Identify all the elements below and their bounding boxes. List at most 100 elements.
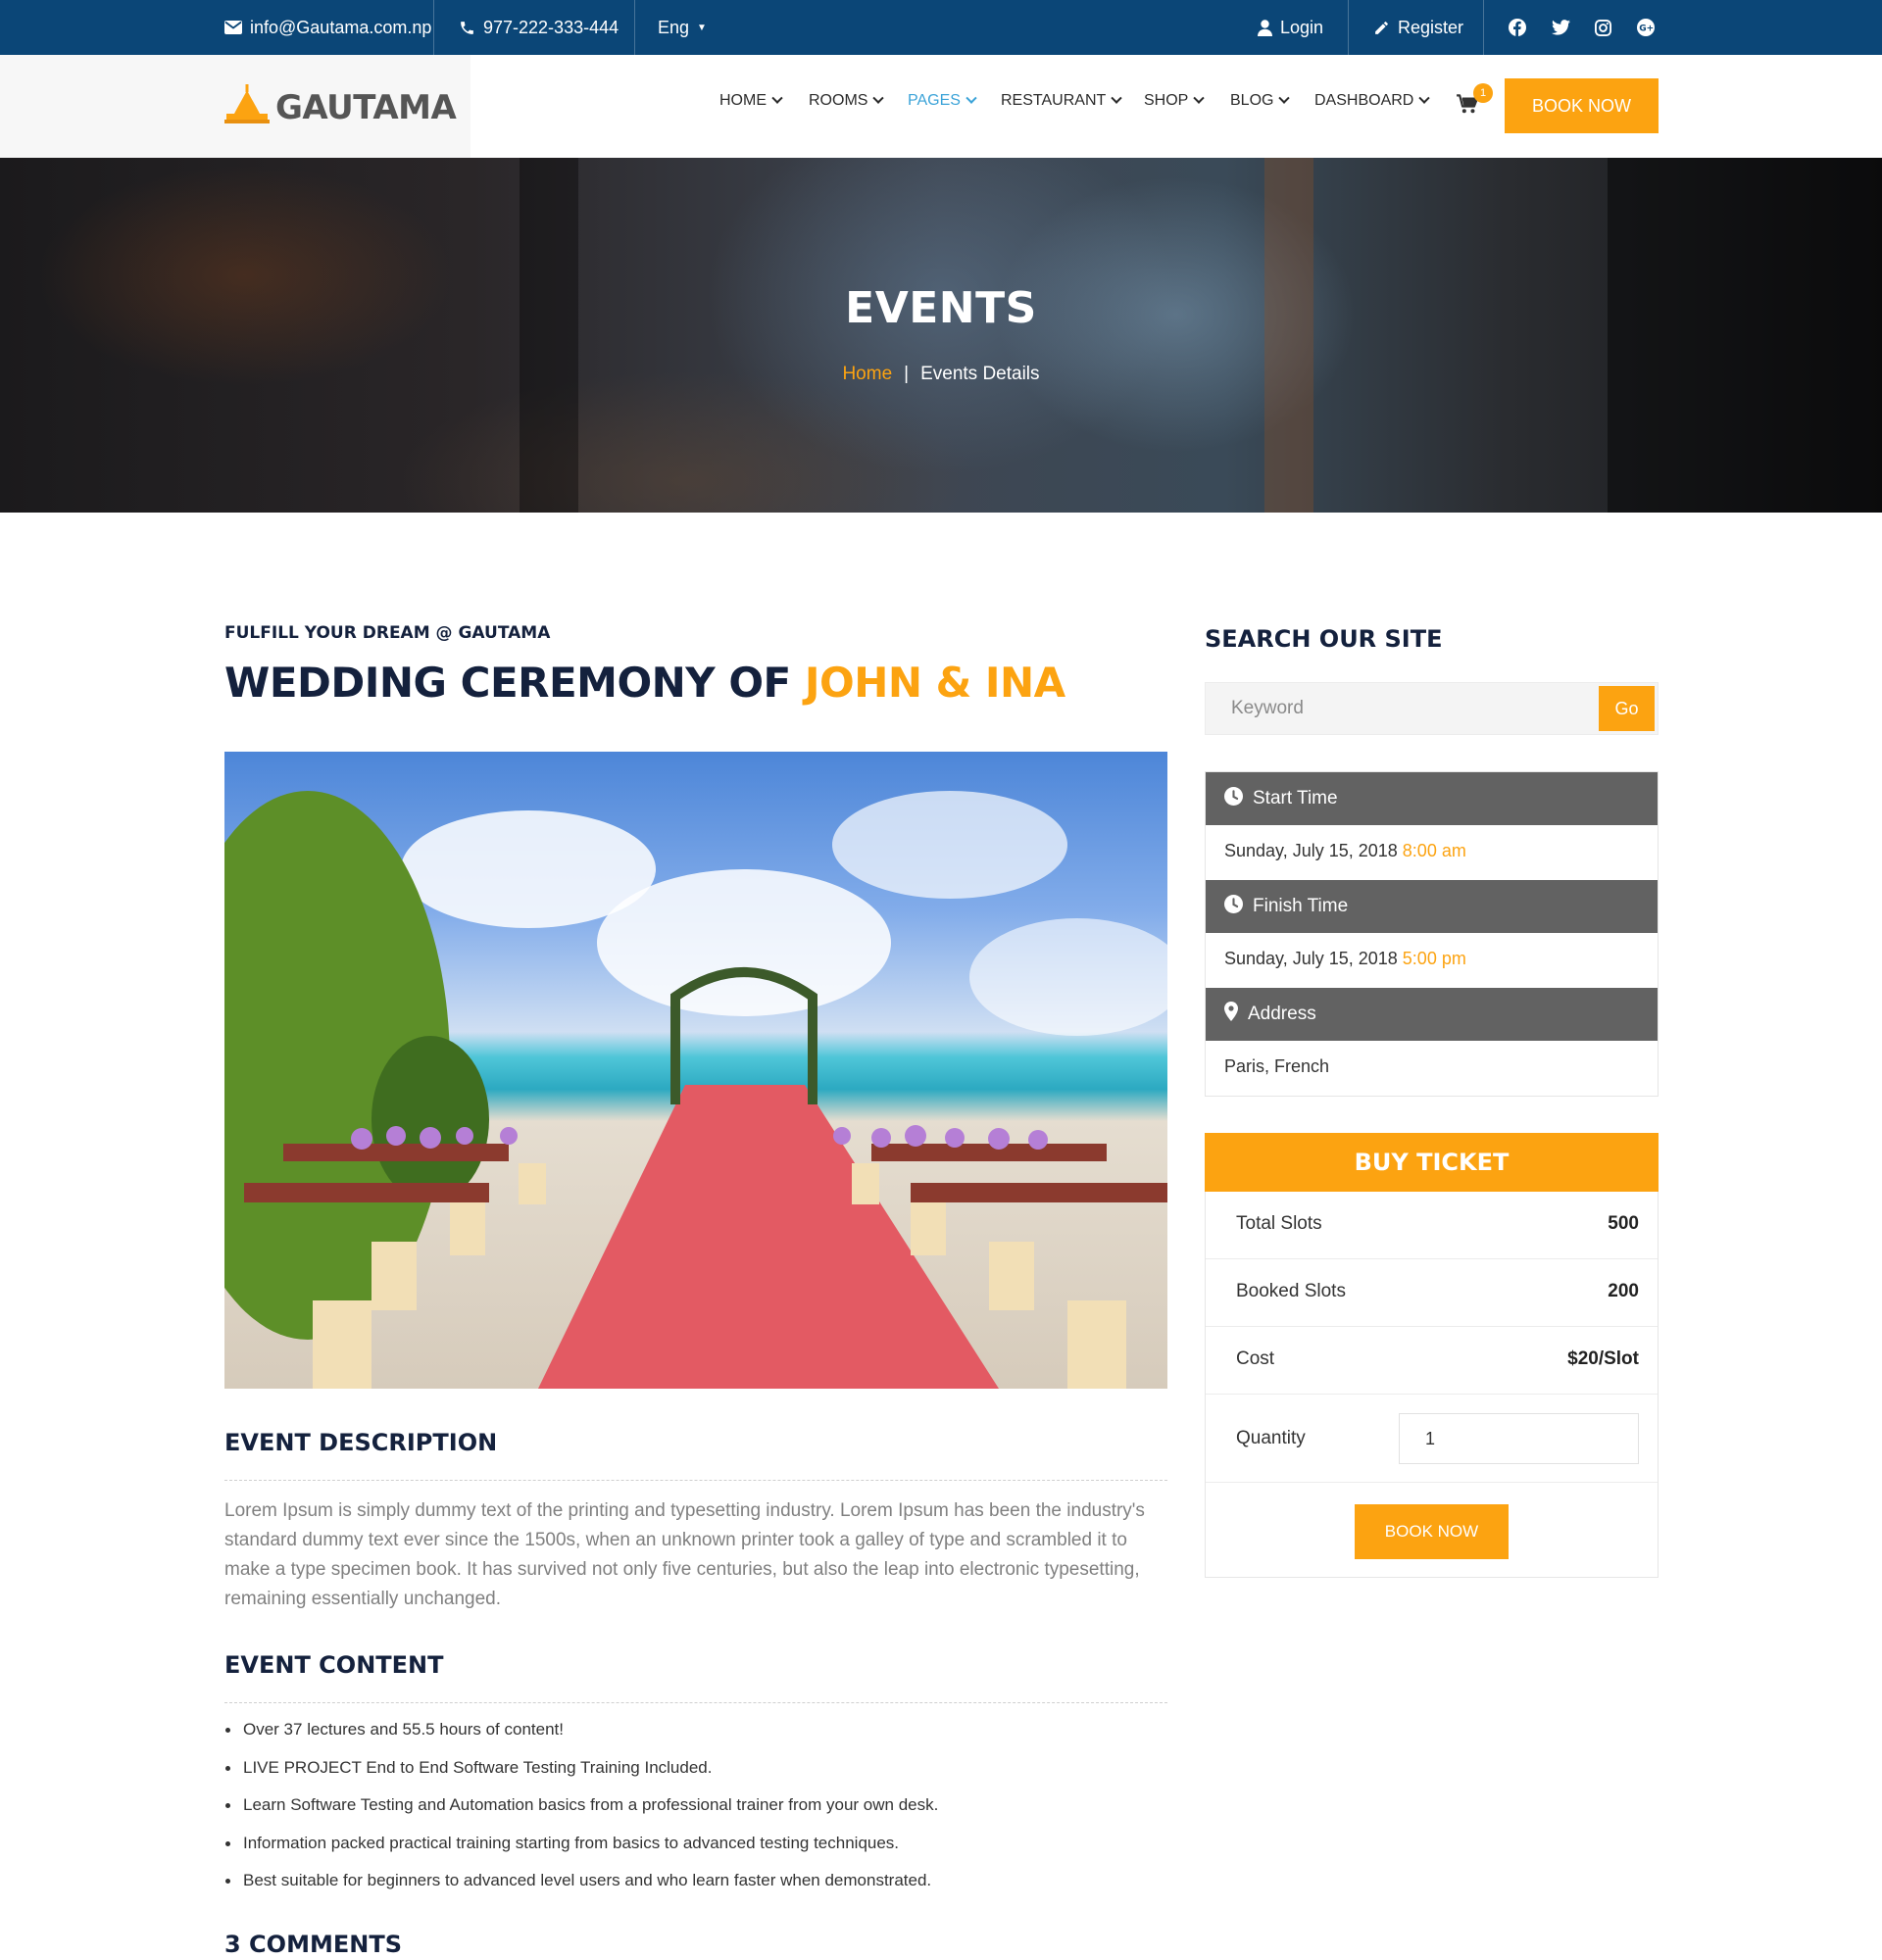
event-description: Lorem Ipsum is simply dummy text of the … [224, 1500, 1145, 1609]
nav-restaurant-label: RESTAURANT [1001, 92, 1107, 109]
list-item: Learn Software Testing and Automation ba… [224, 1792, 1167, 1831]
topbar-email-text: info@Gautama.com.np [250, 17, 432, 37]
ticket-book-now-button[interactable]: BOOK NOW [1355, 1504, 1509, 1559]
search-go-button[interactable]: Go [1599, 686, 1655, 731]
map-pin-icon [1224, 1002, 1238, 1027]
register-label: Register [1398, 17, 1464, 37]
booked-slots-value: 200 [1608, 1281, 1639, 1301]
breadcrumb-separator: | [904, 364, 910, 384]
instagram-link[interactable] [1595, 0, 1611, 55]
start-time-value: Sunday, July 15, 2018 8:00 am [1224, 841, 1466, 861]
hero-background-detail [1264, 158, 1313, 513]
caret-down-icon: ▼ [697, 22, 707, 33]
finish-time-label: Finish Time [1253, 896, 1349, 916]
nav-pages-label: PAGES [908, 92, 961, 109]
finish-date: Sunday, July 15, 2018 [1224, 949, 1398, 968]
event-kicker: FULFILL YOUR DREAM @ GAUTAMA [224, 623, 551, 643]
breadcrumb-home-link[interactable]: Home [842, 364, 892, 384]
topbar-phone-text: 977-222-333-444 [483, 17, 619, 37]
nav-shop[interactable]: SHOP [1144, 92, 1206, 110]
facebook-link[interactable] [1509, 0, 1526, 55]
search-form: Go [1205, 682, 1659, 735]
cost-row: Cost $20/Slot [1206, 1327, 1658, 1395]
event-info-panel: Start Time Sunday, July 15, 2018 8:00 am … [1205, 771, 1659, 1097]
event-content-list: Over 37 lectures and 55.5 hours of conte… [224, 1717, 1167, 1906]
breadcrumb: Home | Events Details [0, 364, 1882, 385]
language-label: Eng [658, 17, 690, 37]
pencil-icon [1373, 20, 1390, 36]
chevron-down-icon [1418, 92, 1431, 104]
booked-slots-label: Booked Slots [1236, 1281, 1346, 1301]
cost-label: Cost [1236, 1348, 1275, 1369]
google-plus-icon: G+ [1637, 19, 1655, 36]
user-icon [1258, 19, 1272, 36]
finish-time-value: Sunday, July 15, 2018 5:00 pm [1224, 949, 1466, 969]
google-plus-link[interactable]: G+ [1637, 0, 1655, 55]
cart-icon [1457, 94, 1479, 118]
start-time-header: Start Time [1206, 772, 1658, 825]
address-value: Paris, French [1224, 1056, 1330, 1076]
topbar-phone[interactable]: 977-222-333-444 [459, 0, 619, 55]
twitter-link[interactable] [1552, 0, 1570, 55]
topbar-email[interactable]: info@Gautama.com.np [224, 0, 431, 55]
clock-icon [1224, 894, 1243, 919]
event-title-main: WEDDING CEREMONY OF [224, 659, 791, 707]
instagram-icon [1595, 19, 1611, 36]
description-heading: EVENT DESCRIPTION [224, 1429, 498, 1456]
search-input[interactable] [1206, 683, 1598, 734]
nav-pages[interactable]: PAGES [908, 92, 977, 110]
chevron-down-icon [966, 92, 977, 104]
logo[interactable]: GAUTAMA [224, 84, 457, 130]
header-book-now-button[interactable]: BOOK NOW [1505, 78, 1659, 133]
buy-ticket-panel: BUY TICKET Total Slots 500 Booked Slots … [1205, 1133, 1659, 1578]
chevron-down-icon [1278, 92, 1291, 104]
finish-time: 5:00 pm [1402, 949, 1466, 968]
topbar-divider [433, 0, 434, 55]
topbar-divider [1348, 0, 1349, 55]
nav-dashboard[interactable]: DASHBOARD [1314, 92, 1431, 110]
list-item: Information packed practical training st… [224, 1831, 1167, 1869]
comments-heading: 3 COMMENTS [224, 1931, 402, 1958]
search-title: SEARCH OUR SITE [1205, 625, 1443, 653]
chevron-down-icon [1193, 92, 1206, 104]
event-title: WEDDING CEREMONY OF JOHN & INA [224, 659, 1065, 707]
address-header: Address [1206, 988, 1658, 1041]
nav-home[interactable]: HOME [719, 92, 783, 110]
photo-aisle-illustration [244, 967, 1167, 1389]
main-header: GAUTAMA HOME ROOMS PAGES RESTAURANT SHOP… [0, 55, 1882, 158]
temple-logo-icon [224, 84, 270, 130]
finish-time-header: Finish Time [1206, 880, 1658, 933]
total-slots-value: 500 [1608, 1213, 1639, 1234]
nav-dashboard-label: DASHBOARD [1314, 92, 1414, 109]
top-bar: info@Gautama.com.np 977-222-333-444 Eng … [0, 0, 1882, 55]
nav-rooms[interactable]: ROOMS [809, 92, 885, 110]
login-link[interactable]: Login [1258, 0, 1323, 55]
breadcrumb-current: Events Details [920, 364, 1040, 384]
quantity-input[interactable] [1399, 1413, 1639, 1464]
topbar-divider [634, 0, 635, 55]
nav-blog-label: BLOG [1230, 92, 1274, 109]
hero-background-detail [520, 158, 578, 513]
booked-slots-row: Booked Slots 200 [1206, 1259, 1658, 1327]
nav-restaurant[interactable]: RESTAURANT [1001, 92, 1122, 110]
logo-text: GAUTAMA [275, 87, 457, 127]
list-item: Best suitable for beginners to advanced … [224, 1868, 1167, 1906]
buy-ticket-heading: BUY TICKET [1205, 1133, 1659, 1192]
chevron-down-icon [771, 92, 783, 104]
register-link[interactable]: Register [1373, 0, 1463, 55]
cart-count-badge: 1 [1473, 83, 1493, 103]
content-heading: EVENT CONTENT [224, 1651, 444, 1679]
nav-blog[interactable]: BLOG [1230, 92, 1291, 110]
chevron-down-icon [1111, 92, 1122, 104]
hero-banner: EVENTS Home | Events Details [0, 158, 1882, 513]
language-select[interactable]: Eng ▼ [658, 0, 707, 55]
list-item: LIVE PROJECT End to End Software Testing… [224, 1755, 1167, 1793]
login-label: Login [1280, 17, 1324, 37]
hero-background-detail [1608, 158, 1882, 513]
twitter-icon [1552, 20, 1570, 35]
content-divider [224, 1702, 1167, 1703]
svg-text:G+: G+ [1639, 24, 1654, 34]
address-label: Address [1248, 1004, 1316, 1024]
nav-home-label: HOME [719, 92, 767, 109]
page-title: EVENTS [845, 283, 1037, 333]
